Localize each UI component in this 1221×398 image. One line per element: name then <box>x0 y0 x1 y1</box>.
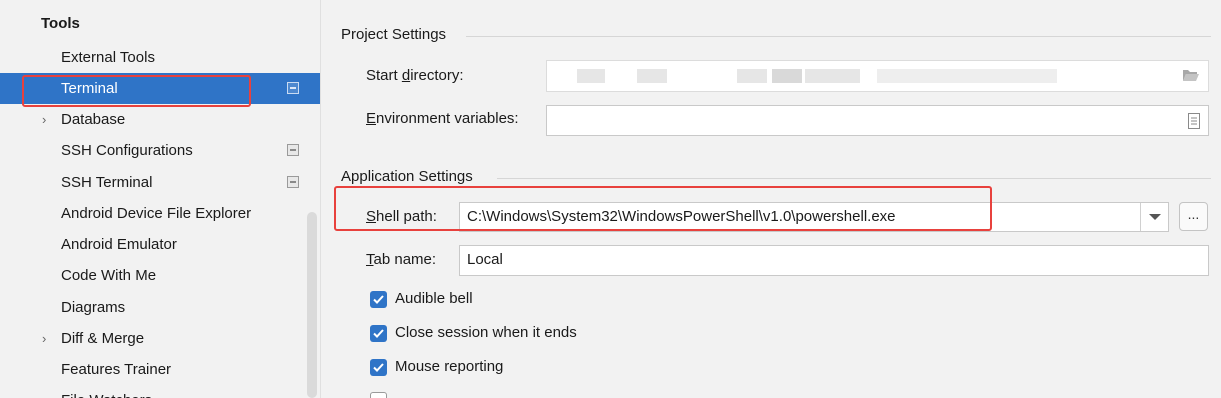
sidebar-item-features-trainer[interactable]: Features Trainer <box>0 354 320 385</box>
sidebar-item-label: Code With Me <box>61 267 157 284</box>
sidebar-item-label: External Tools <box>61 49 155 66</box>
check-icon[interactable] <box>370 359 387 376</box>
project-config-icon <box>287 176 299 188</box>
sidebar-scrollbar[interactable] <box>307 212 317 398</box>
sidebar-item-android-device-file-explorer[interactable]: Android Device File Explorer <box>0 198 320 229</box>
sidebar-item-label: Android Emulator <box>61 236 177 253</box>
sidebar-item-label: File Watchers <box>61 385 152 398</box>
redacted-path <box>877 69 1057 83</box>
sidebar-item-file-watchers[interactable]: File Watchers <box>0 385 320 398</box>
sidebar-item-label: Diff & Merge <box>61 330 145 347</box>
check-icon[interactable] <box>370 291 387 308</box>
sidebar-item-external-tools[interactable]: External Tools <box>0 42 320 73</box>
tab-name-label: Tab name: <box>366 251 437 268</box>
sidebar-item-label: SSH Configurations <box>61 142 193 159</box>
sidebar-item-label: Diagrams <box>61 299 126 316</box>
tab-name-field[interactable]: Local <box>459 245 1209 276</box>
sidebar-header: Tools <box>41 15 80 32</box>
browse-button[interactable]: ... <box>1179 202 1208 231</box>
application-settings-title: Application Settings <box>341 168 473 185</box>
chevron-right-icon[interactable]: › <box>42 323 46 354</box>
sidebar-item-label: Features Trainer <box>61 361 172 378</box>
sidebar-item-android-emulator[interactable]: Android Emulator <box>0 229 320 260</box>
checkbox-label: Audible bell <box>395 290 473 307</box>
document-icon[interactable] <box>1188 113 1200 129</box>
start-directory-label: Start directory: <box>366 67 464 84</box>
sidebar-item-diagrams[interactable]: Diagrams <box>0 292 320 323</box>
section-divider <box>466 36 1211 37</box>
sidebar-item-ssh-configurations[interactable]: SSH Configurations <box>0 135 320 166</box>
section-divider <box>497 178 1211 179</box>
tab-name-value: Local <box>467 251 503 268</box>
sidebar-item-database[interactable]: › Database <box>0 104 320 135</box>
settings-sidebar: Tools External Tools Terminal › Database… <box>0 0 321 398</box>
project-config-icon <box>287 144 299 156</box>
sidebar-item-label: SSH Terminal <box>61 174 153 191</box>
highlight-annotation-terminal <box>22 75 251 107</box>
start-directory-field[interactable] <box>546 60 1209 92</box>
checkbox-label: Close session when it ends <box>395 324 577 341</box>
checkbox-label: Mouse reporting <box>395 358 504 375</box>
redacted-path <box>577 69 605 83</box>
highlight-annotation-shell-path <box>334 186 992 231</box>
sidebar-item-ssh-terminal[interactable]: SSH Terminal <box>0 167 320 198</box>
project-config-icon <box>287 82 299 94</box>
redacted-path <box>805 69 860 83</box>
environment-variables-label: Environment variables: <box>366 110 519 127</box>
sidebar-item-code-with-me[interactable]: Code With Me <box>0 260 320 291</box>
redacted-path <box>772 69 802 83</box>
sidebar-item-label: Android Device File Explorer <box>61 205 252 222</box>
redacted-path <box>737 69 767 83</box>
check-icon[interactable] <box>370 325 387 342</box>
chevron-down-icon[interactable] <box>1140 203 1168 231</box>
sidebar-item-label: Database <box>61 111 126 128</box>
sidebar-item-diff-merge[interactable]: › Diff & Merge <box>0 323 320 354</box>
folder-open-icon[interactable] <box>1182 68 1200 83</box>
environment-variables-field[interactable] <box>546 105 1209 136</box>
redacted-path <box>637 69 667 83</box>
checkbox-box[interactable] <box>370 392 387 398</box>
terminal-settings-panel: Project Settings Start directory: Enviro… <box>321 0 1221 398</box>
chevron-right-icon[interactable]: › <box>42 104 46 135</box>
project-settings-title: Project Settings <box>341 26 447 43</box>
